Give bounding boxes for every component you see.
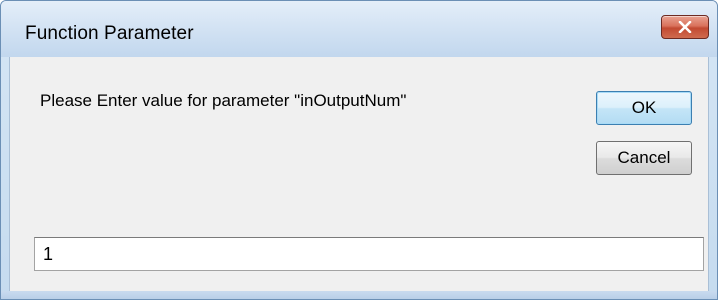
cancel-button-label: Cancel bbox=[617, 148, 671, 167]
window-bottom-frame bbox=[1, 291, 717, 299]
ok-button[interactable]: OK bbox=[596, 91, 692, 125]
cancel-button[interactable]: Cancel bbox=[596, 141, 692, 175]
window-title: Function Parameter bbox=[25, 23, 194, 44]
close-button[interactable] bbox=[661, 15, 709, 39]
ok-button-label: OK bbox=[631, 98, 657, 117]
dialog-window: Function Parameter Please Enter value fo… bbox=[0, 0, 718, 300]
title-bar[interactable]: Function Parameter bbox=[1, 1, 717, 57]
prompt-label: Please Enter value for parameter "inOutp… bbox=[40, 91, 407, 110]
parameter-value-input[interactable] bbox=[34, 237, 704, 271]
close-icon bbox=[678, 21, 692, 33]
dialog-body: Please Enter value for parameter "inOutp… bbox=[9, 57, 709, 299]
